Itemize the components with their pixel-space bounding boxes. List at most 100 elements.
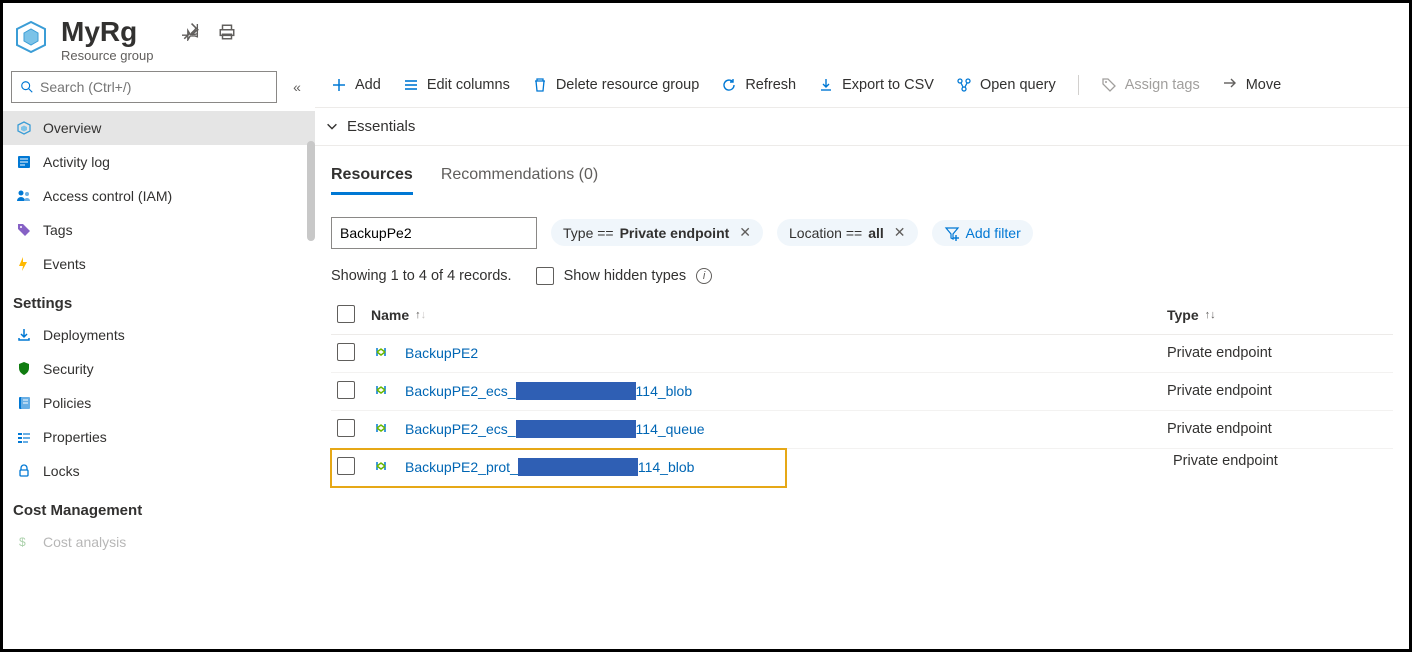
- filter-text-input[interactable]: [331, 217, 537, 249]
- sidebar-item-deployments[interactable]: Deployments: [3, 318, 315, 352]
- sidebar-item-tags[interactable]: Tags: [3, 213, 315, 247]
- sidebar-section-settings: Settings: [3, 281, 315, 318]
- main-content: Add Edit columns Delete resource group R…: [315, 67, 1409, 647]
- sidebar-search[interactable]: [11, 71, 277, 103]
- resource-name-part: 114_blob: [636, 383, 693, 399]
- filter-pill-type[interactable]: Type == Private endpoint ✕: [551, 219, 763, 246]
- refresh-button[interactable]: Refresh: [721, 77, 796, 93]
- table-row[interactable]: BackupPE2_ecs_114_queue Private endpoint: [331, 411, 1393, 449]
- sidebar-section-cost: Cost Management: [3, 488, 315, 525]
- table-row[interactable]: BackupPE2_prot_114_blob: [331, 449, 786, 487]
- resource-link[interactable]: BackupPE2: [405, 345, 478, 361]
- toolbar-label: Refresh: [745, 77, 796, 93]
- redacted-segment: [516, 382, 636, 400]
- collapse-sidebar-icon[interactable]: «: [287, 79, 307, 95]
- pill-label: Add filter: [966, 225, 1021, 241]
- edit-columns-button[interactable]: Edit columns: [403, 77, 510, 93]
- sidebar-item-access-control[interactable]: Access control (IAM): [3, 179, 315, 213]
- info-icon[interactable]: i: [696, 268, 712, 284]
- tab-recommendations[interactable]: Recommendations (0): [441, 166, 598, 195]
- security-icon: [15, 361, 33, 377]
- resource-link[interactable]: BackupPE2_ecs_114_blob: [405, 382, 692, 400]
- resource-link[interactable]: BackupPE2_ecs_114_queue: [405, 420, 705, 438]
- show-hidden-label: Show hidden types: [564, 268, 687, 284]
- svg-text:$: $: [19, 535, 26, 549]
- sidebar-item-label: Properties: [43, 429, 107, 445]
- toolbar-label: Export to CSV: [842, 77, 934, 93]
- tab-resources[interactable]: Resources: [331, 166, 413, 195]
- toolbar-label: Open query: [980, 77, 1056, 93]
- resource-name-part: BackupPE2_ecs_: [405, 421, 516, 437]
- tags-icon: [15, 222, 33, 238]
- resource-name-part: BackupPE2_prot_: [405, 459, 518, 475]
- sidebar-item-events[interactable]: Events: [3, 247, 315, 281]
- resource-group-icon: [13, 19, 49, 55]
- sidebar-item-label: Access control (IAM): [43, 188, 172, 204]
- sidebar-item-activity-log[interactable]: Activity log: [3, 145, 315, 179]
- cost-analysis-icon: $: [15, 534, 33, 550]
- sidebar-item-properties[interactable]: Properties: [3, 420, 315, 454]
- policies-icon: [15, 395, 33, 411]
- resource-link[interactable]: BackupPE2_prot_114_blob: [405, 458, 694, 476]
- export-csv-button[interactable]: Export to CSV: [818, 77, 934, 93]
- sort-icon[interactable]: ↑↓: [1205, 309, 1216, 321]
- column-type[interactable]: Type: [1167, 307, 1199, 323]
- assign-tags-button: Assign tags: [1101, 77, 1200, 93]
- sidebar-item-label: Overview: [43, 120, 101, 136]
- row-checkbox[interactable]: [337, 381, 355, 399]
- add-button[interactable]: Add: [331, 77, 381, 93]
- page-header: MyRg Resource group: [3, 3, 1409, 67]
- sidebar-item-policies[interactable]: Policies: [3, 386, 315, 420]
- sidebar-item-label: Cost analysis: [43, 534, 126, 550]
- toolbar-label: Delete resource group: [556, 77, 699, 93]
- sidebar-item-label: Events: [43, 256, 86, 272]
- print-icon[interactable]: [218, 23, 236, 44]
- resource-name-part: BackupPE2: [405, 345, 478, 361]
- private-endpoint-icon: [373, 382, 389, 401]
- move-button[interactable]: Move: [1222, 75, 1281, 95]
- sidebar-item-overview[interactable]: Overview: [3, 111, 315, 145]
- row-checkbox[interactable]: [337, 419, 355, 437]
- row-checkbox[interactable]: [337, 343, 355, 361]
- close-icon[interactable]: ✕: [894, 224, 906, 241]
- toolbar-divider: [1078, 75, 1079, 95]
- sidebar-item-cost-analysis[interactable]: $ Cost analysis: [3, 525, 315, 559]
- table-row[interactable]: BackupPE2_ecs_114_blob Private endpoint: [331, 373, 1393, 411]
- essentials-toggle[interactable]: Essentials: [315, 108, 1409, 146]
- overview-icon: [15, 120, 33, 136]
- locks-icon: [15, 463, 33, 479]
- column-name[interactable]: Name: [371, 307, 409, 323]
- private-endpoint-icon: [373, 420, 389, 439]
- delete-resource-group-button[interactable]: Delete resource group: [532, 77, 699, 93]
- filter-row: Type == Private endpoint ✕ Location == a…: [315, 199, 1409, 257]
- filter-pill-location[interactable]: Location == all ✕: [777, 219, 917, 246]
- show-hidden-checkbox[interactable]: [536, 267, 554, 285]
- sidebar-item-label: Security: [43, 361, 94, 377]
- resource-type: Private endpoint: [1167, 345, 1272, 361]
- table-row[interactable]: BackupPE2 Private endpoint: [331, 335, 1393, 373]
- sidebar-scrollbar[interactable]: [307, 141, 315, 241]
- sidebar-item-locks[interactable]: Locks: [3, 454, 315, 488]
- access-control-icon: [15, 188, 33, 204]
- open-query-button[interactable]: Open query: [956, 77, 1056, 93]
- deployments-icon: [15, 327, 33, 343]
- add-filter-icon: [944, 225, 960, 241]
- records-summary: Showing 1 to 4 of 4 records.: [331, 268, 512, 284]
- add-filter-button[interactable]: Add filter: [932, 220, 1033, 246]
- sort-icon[interactable]: ↑↓: [415, 309, 426, 321]
- select-all-checkbox[interactable]: [337, 305, 355, 323]
- resource-type: Private endpoint: [1173, 453, 1278, 469]
- private-endpoint-icon: [373, 344, 389, 363]
- sidebar-item-security[interactable]: Security: [3, 352, 315, 386]
- search-icon: [20, 80, 34, 94]
- close-icon[interactable]: ✕: [739, 224, 751, 241]
- activity-log-icon: [15, 154, 33, 170]
- pin-icon[interactable]: [182, 23, 200, 44]
- row-checkbox[interactable]: [337, 457, 355, 475]
- properties-icon: [15, 429, 33, 445]
- page-subtitle: Resource group: [61, 48, 154, 63]
- toolbar: Add Edit columns Delete resource group R…: [315, 67, 1409, 108]
- sidebar-search-input[interactable]: [40, 79, 268, 95]
- toolbar-label: Move: [1246, 77, 1281, 93]
- pill-value: Private endpoint: [620, 225, 730, 241]
